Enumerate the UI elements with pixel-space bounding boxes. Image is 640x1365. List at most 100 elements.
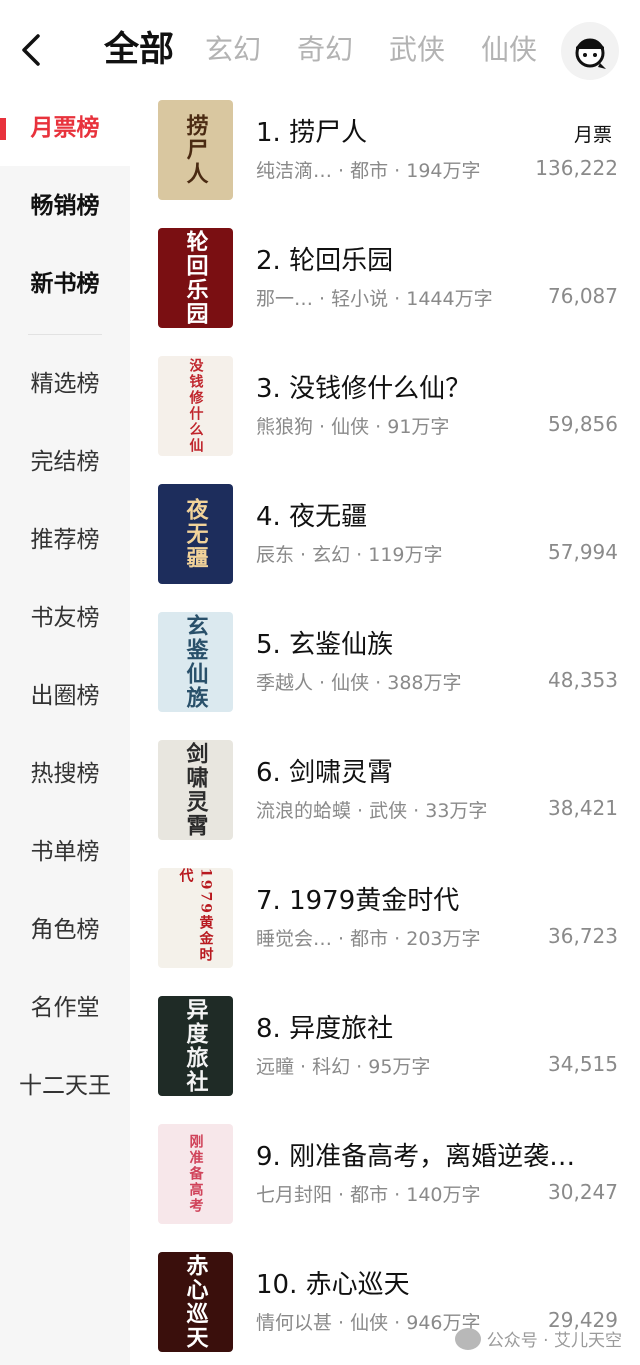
tab-label: 武侠 [389,33,446,66]
watermark: 公众号 · 艾儿天空 [454,1326,622,1351]
book-cover-title: 1979黄金时代 [177,868,214,963]
tab-xuanhuan[interactable]: 玄幻 [205,30,261,70]
sidebar-item-label: 推荐榜 [30,527,100,553]
ticket-count: 34,515 [548,1052,618,1076]
book-meta: 流浪的蛤蟆 · 武侠 · 33万字 [256,800,488,822]
sidebar-item-reader-friends[interactable]: 书友榜 [0,598,130,638]
book-cover: 1979黄金时代 [158,868,233,968]
ticket-count: 30,247 [548,1180,618,1204]
book-row[interactable]: 异度旅社 8. 异度旅社 远瞳 · 科幻 · 95万字 34,515 [158,996,618,1096]
book-title: 2. 轮回乐园 [256,246,394,276]
book-meta: 季越人 · 仙侠 · 388万字 [256,672,462,694]
book-row[interactable]: 没钱修什么仙 3. 没钱修什么仙？ 熊狼狗 · 仙侠 · 91万字 59,856 [158,356,618,456]
user-avatar-icon[interactable] [561,22,619,80]
sidebar-item-twelve-kings[interactable]: 十二天王 [0,1066,130,1106]
book-title: 4. 夜无疆 [256,502,368,532]
book-cover-title: 赤心巡天 [182,1254,209,1350]
book-cover: 夜无疆 [158,484,233,584]
back-arrow-icon[interactable] [14,30,50,70]
book-row[interactable]: 剑啸灵霄 6. 剑啸灵霄 流浪的蛤蟆 · 武侠 · 33万字 38,421 [158,740,618,840]
book-cover-title: 刚准备高考 [187,1134,204,1214]
book-row[interactable]: 刚准备高考 9. 刚准备高考，离婚逆袭… 七月封阳 · 都市 · 140万字 3… [158,1124,618,1224]
tab-label: 奇幻 [297,33,354,66]
sidebar-item-label: 完结榜 [30,449,100,475]
book-meta: 睡觉会… · 都市 · 203万字 [256,928,481,950]
book-cover: 玄鉴仙族 [158,612,233,712]
book-cover: 剑啸灵霄 [158,740,233,840]
book-meta: 远瞳 · 科幻 · 95万字 [256,1056,431,1078]
sidebar-item-label: 热搜榜 [30,761,100,787]
book-title: 10. 赤心巡天 [256,1270,410,1300]
book-row[interactable]: 1979黄金时代 7. 1979黄金时代 睡觉会… · 都市 · 203万字 3… [158,868,618,968]
book-title: 3. 没钱修什么仙？ [256,374,472,404]
tab-qihuan[interactable]: 奇幻 [297,30,353,70]
sidebar-item-recommended[interactable]: 推荐榜 [0,520,130,560]
book-title: 6. 剑啸灵霄 [256,758,394,788]
sidebar-item-characters[interactable]: 角色榜 [0,910,130,950]
tab-label: 仙侠 [481,33,538,66]
book-meta: 纯洁滴… · 都市 · 194万字 [256,160,481,182]
sidebar-item-label: 新书榜 [30,271,100,297]
sidebar-item-bestseller[interactable]: 畅销榜 [0,186,130,226]
sidebar-item-label: 畅销榜 [30,193,100,219]
book-cover: 捞尸人 [158,100,233,200]
sidebar-item-label: 出圈榜 [30,683,100,709]
sidebar-item-label: 名作堂 [30,995,100,1021]
book-title: 5. 玄鉴仙族 [256,630,394,660]
sidebar-item-label: 十二天王 [19,1073,111,1099]
book-cover-title: 剑啸灵霄 [182,742,209,838]
sidebar-item-hot-search[interactable]: 热搜榜 [0,754,130,794]
rank-sidebar: 月票榜 畅销榜 新书榜 精选榜 完结榜 推荐榜 书友榜 出圈榜 热搜榜 书单榜 … [0,86,130,1365]
book-title: 9. 刚准备高考，离婚逆袭… [256,1142,576,1172]
book-meta: 辰东 · 玄幻 · 119万字 [256,544,443,566]
ticket-count: 38,421 [548,796,618,820]
sidebar-item-breakout[interactable]: 出圈榜 [0,676,130,716]
book-meta: 情何以甚 · 仙侠 · 946万字 [256,1312,481,1334]
book-cover: 轮回乐园 [158,228,233,328]
sidebar-item-monthly-ticket[interactable]: 月票榜 [0,108,130,148]
sidebar-item-label: 角色榜 [30,917,100,943]
ticket-count: 59,856 [548,412,618,436]
tab-label: 全部 [104,30,175,70]
book-title: 8. 异度旅社 [256,1014,394,1044]
sidebar-item-selected[interactable]: 精选榜 [0,364,130,404]
book-cover: 赤心巡天 [158,1252,233,1352]
ticket-count: 136,222 [535,156,618,180]
book-row[interactable]: 轮回乐园 2. 轮回乐园 那一… · 轻小说 · 1444万字 76,087 [158,228,618,328]
book-cover: 刚准备高考 [158,1124,233,1224]
book-meta: 七月封阳 · 都市 · 140万字 [256,1184,481,1206]
active-indicator [0,118,6,140]
ticket-count: 48,353 [548,668,618,692]
ticket-count: 36,723 [548,924,618,948]
book-meta: 那一… · 轻小说 · 1444万字 [256,288,493,310]
tab-all[interactable]: 全部 [104,30,174,70]
sidebar-item-label: 书友榜 [30,605,100,631]
top-tab-bar: 全部 玄幻 奇幻 武侠 仙侠 [0,0,640,100]
book-row[interactable]: 夜无疆 4. 夜无疆 辰东 · 玄幻 · 119万字 57,994 [158,484,618,584]
book-cover: 没钱修什么仙 [158,356,233,456]
book-title: 1. 捞尸人 [256,118,368,148]
book-cover-title: 夜无疆 [182,498,209,570]
sidebar-item-hall-of-fame[interactable]: 名作堂 [0,988,130,1028]
sidebar-item-label: 书单榜 [30,839,100,865]
rank-type-label: 月票 [573,124,612,146]
book-row[interactable]: 玄鉴仙族 5. 玄鉴仙族 季越人 · 仙侠 · 388万字 48,353 [158,612,618,712]
tab-wuxia[interactable]: 武侠 [389,30,445,70]
sidebar-divider [28,334,102,335]
sidebar-item-completed[interactable]: 完结榜 [0,442,130,482]
book-title: 7. 1979黄金时代 [256,886,460,916]
wechat-icon [454,1327,481,1350]
book-cover: 异度旅社 [158,996,233,1096]
book-cover-title: 没钱修什么仙 [187,358,204,454]
sidebar-item-booklist[interactable]: 书单榜 [0,832,130,872]
book-cover-title: 玄鉴仙族 [182,614,209,710]
sidebar-item-label: 精选榜 [30,371,100,397]
watermark-text: 公众号 · 艾儿天空 [486,1331,622,1351]
book-row[interactable]: 捞尸人 1. 捞尸人 月票 纯洁滴… · 都市 · 194万字 136,222 [158,100,618,200]
tab-xianxia[interactable]: 仙侠 [481,30,537,70]
sidebar-item-new-books[interactable]: 新书榜 [0,264,130,304]
book-cover-title: 捞尸人 [182,114,209,186]
ticket-count: 57,994 [548,540,618,564]
book-meta: 熊狼狗 · 仙侠 · 91万字 [256,416,450,438]
book-cover-title: 异度旅社 [182,998,209,1094]
